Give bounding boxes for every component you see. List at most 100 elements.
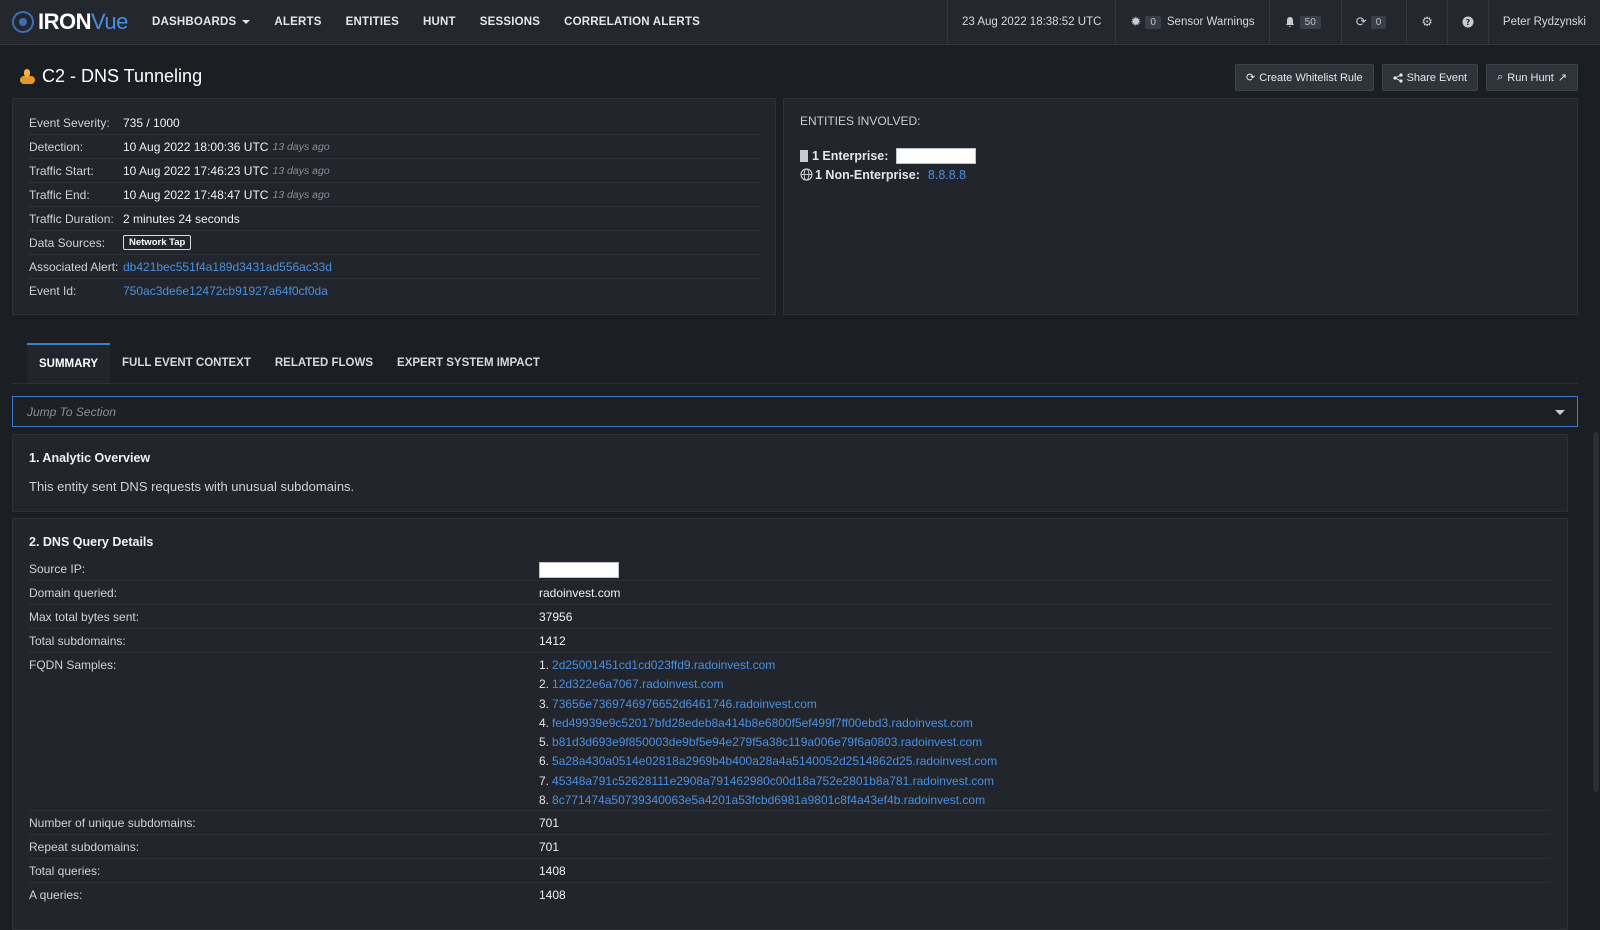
sensor-gear-icon: ✹ [1130,14,1142,29]
nav-alerts[interactable]: ALERTS [262,0,333,44]
tab-summary[interactable]: SUMMARY [27,343,110,383]
severity-value: 735 / 1000 [123,115,180,130]
a-queries-row: A queries: 1408 [29,883,1551,907]
fqdn-sample: 5. b81d3d693e9f850003de9bf5e94e279f5a38c1… [539,735,983,750]
tab-expert-system-impact[interactable]: EXPERT SYSTEM IMPACT [385,343,552,383]
tab-divider [12,383,1578,384]
total-queries-value: 1408 [539,864,566,878]
gear-icon: ⚙ [1421,14,1433,29]
traffic-end-row: Traffic End: 10 Aug 2022 17:48:47 UTC 13 d… [29,183,759,207]
traffic-end-value: 10 Aug 2022 17:48:47 UTC [123,187,269,202]
non-enterprise-label: 1 Non-Enterprise: [815,167,920,182]
jump-to-section-placeholder: Jump To Section [27,404,116,419]
ironvue-logo[interactable]: IRON Vue [12,9,140,35]
non-enterprise-entity-link[interactable]: 8.8.8.8 [928,168,966,182]
enterprise-entity-row: 1 Enterprise: [800,146,1561,165]
share-event-button[interactable]: Share Event [1381,64,1479,91]
redacted-enterprise-entity[interactable] [896,147,977,164]
repeat-subdomains-row: Repeat subdomains: 701 [29,835,1551,859]
logo-text-vue: Vue [91,9,128,34]
fqdn-samples-row: FQDN Samples: 1. 2d25001451cd1cd023ffd9.r… [29,653,1551,811]
dns-query-details-section: 2. DNS Query Details Source IP: Domain q… [12,518,1568,930]
unique-subdomains-row: Number of unique subdomains: 701 [29,811,1551,835]
refresh-count: 0 [1370,15,1387,29]
fqdn-sample-link[interactable]: b81d3d693e9f850003de9bf5e94e279f5a38c119… [552,735,982,749]
jump-to-section-select[interactable]: Jump To Section [12,396,1578,427]
fqdn-samples-label: FQDN Samples: [29,658,117,672]
fqdn-sample-link[interactable]: 8c771474a50739340063e5a4201a53fcbd6981a9… [552,793,985,807]
source-ip-row: Source IP: [29,557,1551,581]
nav-entities[interactable]: ENTITIES [334,0,411,44]
nav-dashboards[interactable]: DASHBOARDS [140,0,262,44]
nav-hunt[interactable]: HUNT [411,0,468,44]
settings-button[interactable]: ⚙ [1406,0,1447,44]
share-label: Share Event [1406,71,1468,84]
associated-alert-label: Associated Alert: [29,259,119,274]
fqdn-sample-link[interactable]: fed49939e9c52017bfd28edeb8a414b8e6800f5e… [552,716,973,730]
traffic-start-ago: 13 days ago [272,164,330,177]
unique-subdomains-value: 701 [539,816,560,830]
chevron-down-icon [242,20,251,24]
event-details-panel: Event Severity: 735 / 1000 Detection: 10 A… [12,98,776,315]
fqdn-sample-link[interactable]: 45348a791c52628111e2908a791462980c00d18a… [552,774,994,788]
max-bytes-label: Max total bytes sent: [29,610,140,624]
traffic-duration-value: 2 minutes 24 seconds [123,211,240,226]
event-id-row: Event Id: 750ac3de6e12472cb91927a64f0cf0d… [29,279,759,303]
domain-queried-label: Domain queried: [29,586,118,600]
help-icon: ? [1462,16,1474,28]
top-right-area: 23 Aug 2022 18:38:52 UTC ✹ 0 Sensor Warn… [947,0,1600,44]
c2-category-icon [18,68,36,86]
redacted-source-ip[interactable] [539,562,619,578]
associated-alert-link[interactable]: db421bec551f4a189d3431ad556ac33d [123,260,332,274]
fqdn-sample: 3. 73656e7369746976652d6461746.radoinvest… [539,696,817,711]
current-datetime: 23 Aug 2022 18:38:52 UTC [947,0,1115,44]
fqdn-sample: 1. 2d25001451cd1cd023ffd9.radoinvest.com [539,658,776,672]
detection-row: Detection: 10 Aug 2022 18:00:36 UTC 13 day… [29,135,759,159]
detection-label: Detection: [29,139,84,154]
run-hunt-button[interactable]: ⌕ Run Hunt ↗ [1486,64,1578,91]
event-id-link[interactable]: 750ac3de6e12472cb91927a64f0cf0da [123,284,328,298]
traffic-start-value: 10 Aug 2022 17:46:23 UTC [123,163,269,178]
entities-panel: ENTITIES INVOLVED: 1 Enterprise: 1 Non-E… [783,98,1578,315]
tab-full-event-context[interactable]: FULL EVENT CONTEXT [110,343,263,383]
fqdn-sample-link[interactable]: 2d25001451cd1cd023ffd9.radoinvest.com [552,658,775,672]
fqdn-sample: 2. 12d322e6a7067.radoinvest.com [539,677,724,692]
create-whitelist-rule-button[interactable]: ⟳ Create Whitelist Rule [1235,64,1374,91]
fqdn-sample-link[interactable]: 12d322e6a7067.radoinvest.com [552,677,723,691]
page-header: C2 - DNS Tunneling [18,66,202,87]
event-id-label: Event Id: [29,284,77,298]
fqdn-sample: 4. fed49939e9c52017bfd28edeb8a414b8e6800f… [539,715,973,730]
bell-icon [1285,17,1294,27]
enterprise-label: 1 Enterprise: [812,148,889,163]
a-queries-value: 1408 [539,888,566,902]
nav-sessions[interactable]: SESSIONS [468,0,552,44]
chevron-down-icon [1555,410,1565,415]
refresh-jobs[interactable]: ⟳ 0 [1340,0,1406,44]
analytic-overview-text: This entity sent DNS requests with unusu… [29,479,355,494]
notifications[interactable]: 50 [1268,0,1341,44]
whitelist-label: Create Whitelist Rule [1259,71,1363,84]
content-scrollbar[interactable] [1593,432,1599,792]
unique-subdomains-label: Number of unique subdomains: [29,816,196,830]
refresh-icon: ⟳ [1246,72,1256,84]
repeat-subdomains-value: 701 [539,840,560,854]
user-menu[interactable]: Peter Rydzynski [1487,0,1600,44]
sensor-warning-count: 0 [1145,15,1161,29]
traffic-end-ago: 13 days ago [272,188,330,201]
analytic-overview-section: 1. Analytic Overview This entity sent DN… [12,434,1568,512]
fqdn-sample-link[interactable]: 5a28a430a0514e02818a2969b4b400a28a4a5140… [552,754,997,768]
traffic-end-label: Traffic End: [29,187,90,202]
associated-alert-row: Associated Alert: db421bec551f4a189d3431a… [29,255,759,279]
sensor-warnings[interactable]: ✹ 0 Sensor Warnings [1115,0,1268,44]
tab-related-flows[interactable]: RELATED FLOWS [263,343,385,383]
fqdn-sample-link[interactable]: 73656e7369746976652d6461746.radoinvest.c… [552,697,817,711]
traffic-start-row: Traffic Start: 10 Aug 2022 17:46:23 UTC 13… [29,159,759,183]
data-sources-row: Data Sources: Network Tap [29,231,759,255]
help-button[interactable]: ? [1446,0,1488,44]
nav-correlation-alerts[interactable]: CORRELATION ALERTS [552,0,712,44]
traffic-start-label: Traffic Start: [29,163,94,178]
domain-queried-link[interactable]: radoinvest.com [539,581,620,604]
total-queries-label: Total queries: [29,864,101,878]
total-queries-row: Total queries: 1408 [29,859,1551,883]
fqdn-sample: 6. 5a28a430a0514e02818a2969b4b400a28a4a51… [539,754,998,769]
